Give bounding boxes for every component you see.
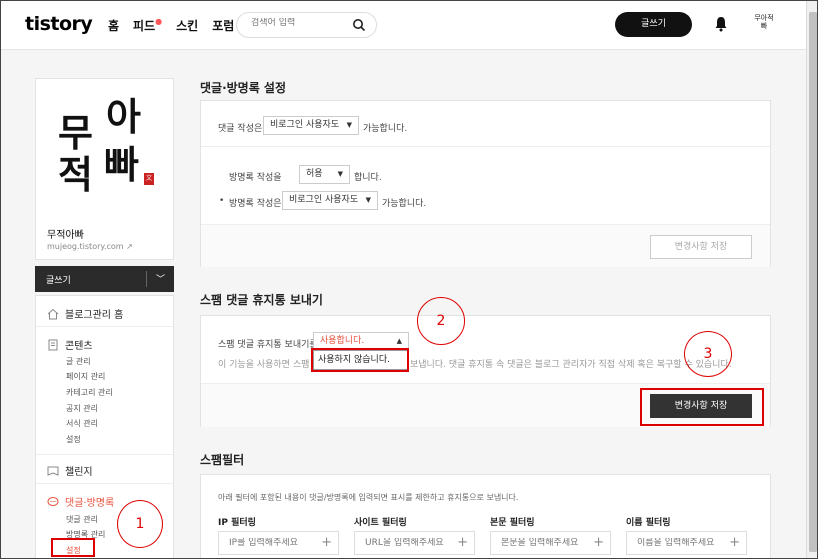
comment-icon bbox=[47, 496, 59, 506]
plus-icon[interactable]: + bbox=[729, 535, 740, 550]
sidebar-write-button[interactable]: 글쓰기 ﹀ bbox=[35, 266, 174, 292]
blog-url[interactable]: mujeog.tistory.com ↗ bbox=[47, 242, 133, 251]
annotation-circle-3: 3 bbox=[684, 331, 732, 377]
divider bbox=[36, 454, 173, 455]
search-icon[interactable] bbox=[352, 18, 366, 32]
calligraphy-char: 적 bbox=[58, 152, 93, 197]
seal-stamp: 文 bbox=[144, 173, 154, 185]
home-icon bbox=[47, 308, 59, 319]
blog-name: 무적아빠 bbox=[47, 230, 84, 241]
body-filter-input[interactable] bbox=[501, 538, 581, 548]
write-button[interactable]: 글쓰기 bbox=[615, 12, 692, 37]
section-title-spam-filter: 스팸필터 bbox=[200, 453, 245, 467]
calligraphy-char: 빠 bbox=[104, 142, 139, 187]
name-filter-input[interactable] bbox=[637, 538, 717, 548]
dropdown-arrow-icon: ▼ bbox=[365, 196, 371, 204]
nav-skin[interactable]: 스킨 bbox=[176, 17, 198, 34]
sidebar-subitem-notices[interactable]: 공지 관리 bbox=[66, 403, 98, 414]
spam-trash-label: 스팸 댓글 휴지통 보내기를 bbox=[218, 340, 318, 350]
name-filter-label: 이름 필터링 bbox=[626, 518, 671, 528]
sidebar-item-contents[interactable]: 콘텐츠 bbox=[47, 337, 93, 352]
dropdown-arrow-icon: ▼ bbox=[346, 121, 352, 129]
divider bbox=[36, 326, 173, 327]
site-filter-field[interactable]: + bbox=[354, 531, 475, 555]
body-filter-label: 본문 필터링 bbox=[490, 518, 535, 528]
calligraphy-char: 아 bbox=[106, 94, 141, 139]
plus-icon[interactable]: + bbox=[457, 535, 468, 550]
flag-icon bbox=[47, 466, 59, 476]
sidebar-item-comments[interactable]: 댓글·방명록 bbox=[47, 494, 114, 509]
guestbook-write-label: 방명록 작성은 bbox=[229, 199, 282, 209]
annotation-box-save bbox=[640, 388, 764, 426]
annotation-circle-1: 1 bbox=[117, 500, 163, 548]
profile-card: 무 아 적 빠 文 무적아빠 mujeog.tistory.com ↗ bbox=[35, 78, 174, 260]
search-input[interactable] bbox=[251, 18, 351, 28]
calligraphy-char: 무 bbox=[58, 110, 93, 155]
sidebar-item-label: 댓글·방명록 bbox=[65, 498, 115, 509]
comment-label: 댓글 작성은 bbox=[218, 124, 263, 134]
sidebar-item-challenge[interactable]: 챌린지 bbox=[47, 463, 93, 478]
divider bbox=[201, 146, 770, 147]
sidebar-subitem-categories[interactable]: 카테고리 관리 bbox=[66, 387, 113, 398]
vertical-scrollbar[interactable] bbox=[806, 0, 818, 559]
panel-footer: 변경사항 저장 bbox=[201, 224, 770, 267]
plus-icon[interactable]: + bbox=[593, 535, 604, 550]
sidebar-subitem-posts[interactable]: 글 관리 bbox=[66, 356, 91, 367]
dropdown-arrow-icon: ▼ bbox=[337, 170, 343, 178]
sidebar-subitem-templates[interactable]: 서식 관리 bbox=[66, 418, 98, 429]
avatar[interactable]: 무아적빠 bbox=[752, 14, 776, 36]
spam-filter-panel: 아래 필터에 포함된 내용이 댓글/방명록에 입력되면 표시를 제한하고 휴지통… bbox=[200, 474, 771, 559]
comment-permission-select[interactable]: 비로그인 사용자도 ▼ bbox=[263, 116, 359, 135]
scrollbar-thumb[interactable] bbox=[809, 12, 817, 552]
tistory-logo[interactable]: tistory bbox=[25, 13, 93, 35]
plus-icon[interactable]: + bbox=[321, 535, 332, 550]
sidebar-item-blog-home[interactable]: 블로그관리 홈 bbox=[47, 306, 123, 321]
body-filter-field[interactable]: + bbox=[490, 531, 611, 555]
sidebar-write-label: 글쓰기 bbox=[46, 276, 71, 286]
sidebar-subitem-pages[interactable]: 페이지 관리 bbox=[66, 371, 105, 382]
nav-feed[interactable]: 피드● bbox=[133, 17, 162, 34]
bell-icon[interactable] bbox=[714, 16, 728, 32]
sidebar-item-label: 챌린지 bbox=[65, 467, 93, 478]
ip-filter-input[interactable] bbox=[229, 538, 309, 548]
profile-image[interactable]: 무 아 적 빠 文 bbox=[58, 93, 158, 213]
section-title-comments-settings: 댓글·방명록 설정 bbox=[200, 81, 287, 95]
name-filter-field[interactable]: + bbox=[626, 531, 747, 555]
annotation-circle-2: 2 bbox=[417, 297, 465, 345]
document-icon bbox=[48, 339, 58, 350]
guestbook-write-suffix: 가능합니다. bbox=[382, 199, 427, 209]
save-button-disabled[interactable]: 변경사항 저장 bbox=[650, 235, 752, 259]
sidebar-subitem-comments-manage[interactable]: 댓글 관리 bbox=[66, 514, 98, 525]
guestbook-write-permission-select[interactable]: 비로그인 사용자도 ▼ bbox=[282, 191, 378, 210]
comment-suffix: 가능합니다. bbox=[363, 124, 408, 134]
annotation-box-settings bbox=[51, 538, 95, 557]
sidebar-subitem-contents-settings[interactable]: 설정 bbox=[66, 434, 81, 445]
spam-trash-desc-suffix: 보냅니다. 댓글 휴지통 속 댓글은 블로그 관리자가 직접 삭제 혹은 복구할… bbox=[410, 360, 732, 370]
guestbook-allow-select[interactable]: 허용 ▼ bbox=[299, 165, 350, 184]
site-filter-label: 사이트 필터링 bbox=[354, 518, 407, 528]
comments-settings-panel: 댓글 작성은 비로그인 사용자도 ▼ 가능합니다. 방명록 작성을 허용 ▼ 합니다… bbox=[200, 100, 771, 267]
top-header: tistory 홈 피드● 스킨 포럼 글쓰기 무아적빠 bbox=[0, 0, 806, 50]
ip-filter-label: IP 필터링 bbox=[218, 518, 256, 528]
sidebar-item-label: 콘텐츠 bbox=[65, 341, 93, 352]
external-link-icon: ↗ bbox=[126, 242, 133, 251]
sidebar-item-label: 블로그관리 홈 bbox=[65, 310, 124, 321]
spam-filter-desc: 아래 필터에 포함된 내용이 댓글/방명록에 입력되면 표시를 제한하고 휴지통… bbox=[218, 493, 519, 502]
guestbook-label: 방명록 작성을 bbox=[229, 173, 282, 183]
divider bbox=[146, 271, 147, 287]
ip-filter-field[interactable]: + bbox=[218, 531, 339, 555]
new-dot-icon: ● bbox=[155, 17, 163, 26]
section-title-spam-trash: 스팸 댓글 휴지통 보내기 bbox=[200, 293, 323, 307]
bullet: • bbox=[219, 196, 225, 206]
annotation-box-dropdown bbox=[311, 348, 409, 372]
divider bbox=[36, 483, 173, 484]
site-filter-input[interactable] bbox=[365, 538, 445, 548]
top-nav: 홈 피드● 스킨 포럼 bbox=[108, 17, 234, 34]
chevron-down-icon[interactable]: ﹀ bbox=[156, 272, 165, 285]
nav-home[interactable]: 홈 bbox=[108, 17, 119, 34]
search-box[interactable] bbox=[236, 12, 377, 38]
guestbook-suffix: 합니다. bbox=[354, 173, 382, 183]
nav-forum[interactable]: 포럼 bbox=[212, 17, 234, 34]
